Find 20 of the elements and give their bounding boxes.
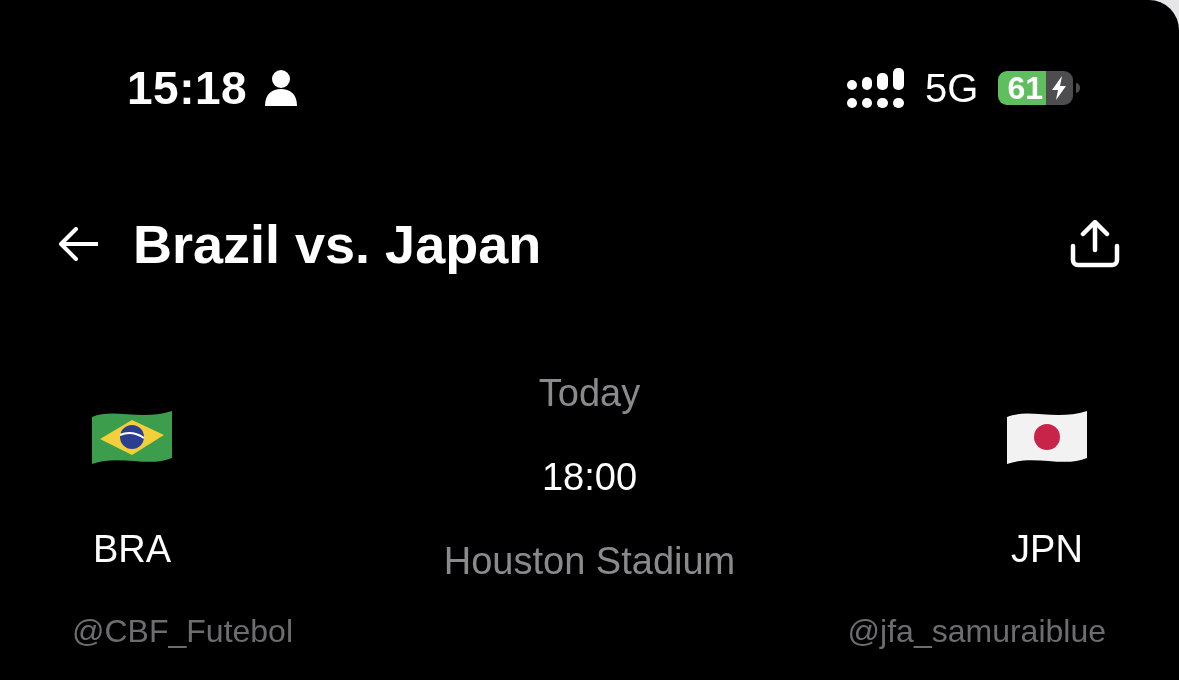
venue-name: Houston Stadium	[443, 539, 736, 584]
status-time: 15:18	[127, 62, 248, 114]
back-button[interactable]	[58, 227, 98, 261]
team-handle: @CBF_Futebol	[72, 612, 293, 651]
team-handle: @jfa_samuraiblue	[847, 612, 1106, 651]
screen-title: Brazil vs. Japan	[133, 214, 542, 274]
battery-charging-icon	[1046, 71, 1080, 105]
share-button[interactable]	[1070, 220, 1120, 268]
brazil-flag-icon	[91, 408, 173, 466]
network-label: 5G	[925, 65, 979, 111]
person-icon	[265, 70, 298, 106]
battery-percentage: 61	[998, 71, 1046, 105]
share-icon	[1070, 220, 1120, 268]
back-arrow-icon	[58, 227, 98, 261]
team-code: JPN	[1011, 527, 1083, 571]
japan-flag-icon	[1006, 408, 1088, 466]
signal-icon	[846, 68, 906, 108]
team-code: BRA	[92, 527, 172, 571]
kickoff-time: 18:00	[541, 455, 638, 500]
match-day: Today	[538, 351, 641, 435]
